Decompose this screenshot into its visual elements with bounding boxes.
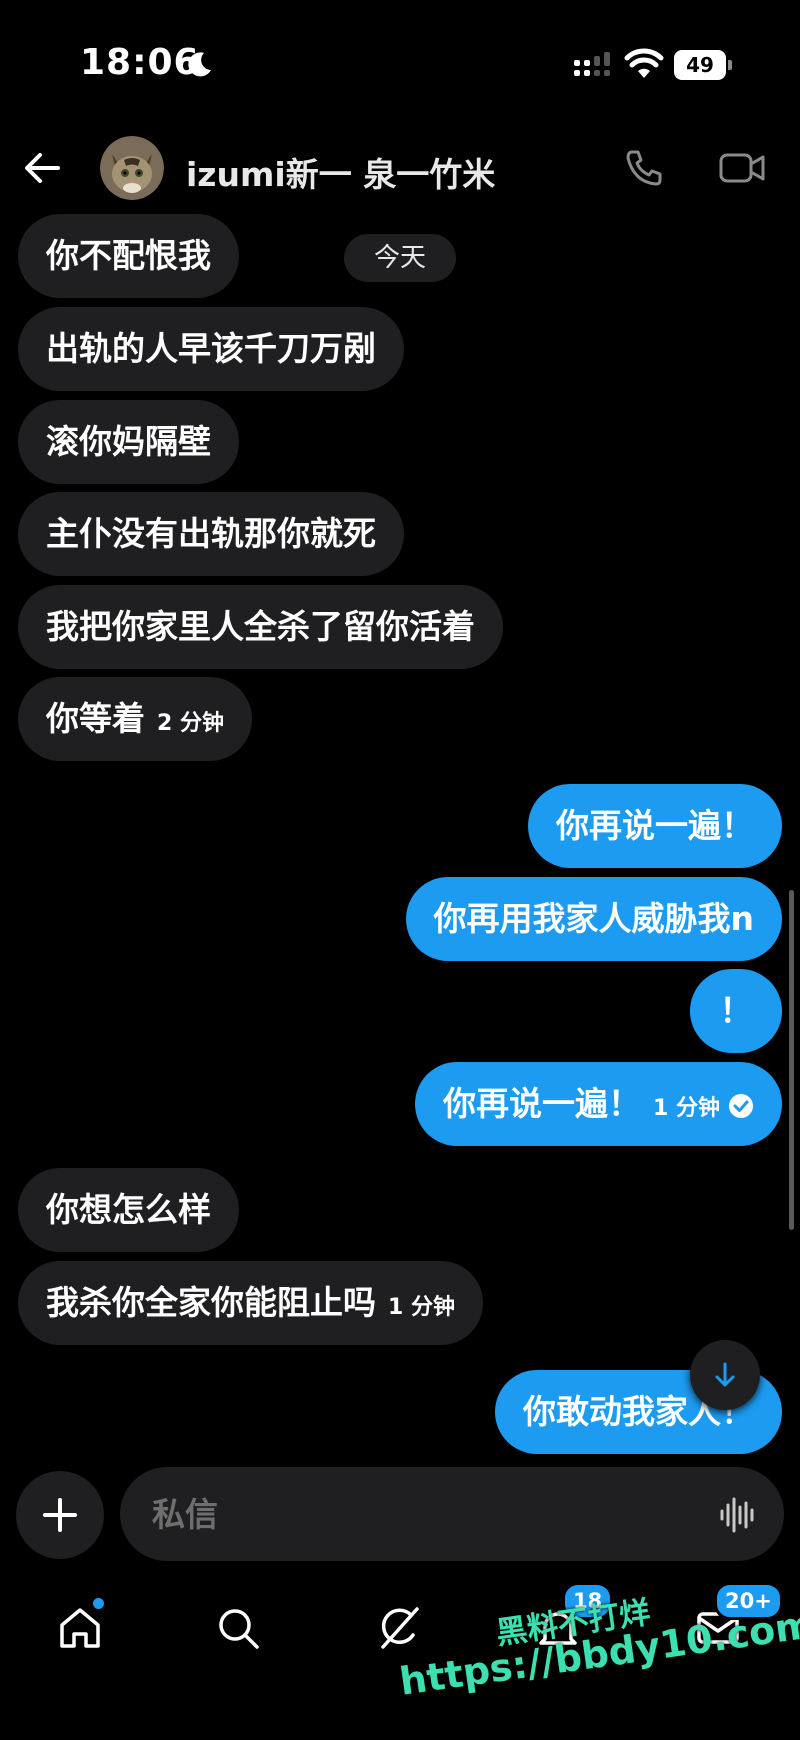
message-bubble-incoming[interactable]: 滚你妈隔壁 — [18, 400, 239, 484]
composer — [0, 1465, 800, 1561]
read-check-icon — [729, 1094, 753, 1118]
battery-indicator: 49 — [674, 50, 732, 80]
grok-icon — [381, 1607, 419, 1649]
message-text: 你再用我家人威胁我n — [433, 899, 755, 938]
conversation-header: izumi新一 泉一竹米 — [0, 130, 800, 210]
message-text: 你等着 — [46, 699, 145, 738]
video-camera-icon[interactable] — [718, 146, 768, 190]
unread-dot — [93, 1598, 104, 1609]
message-bubble-incoming[interactable]: 你等着 2 分钟 — [18, 677, 252, 761]
message-bubble-incoming[interactable]: 我把你家里人全杀了留你活着 — [18, 585, 503, 669]
voice-waveform-icon[interactable] — [718, 1495, 758, 1535]
message-text: 出轨的人早该千刀万剐 — [46, 329, 376, 368]
moon-icon — [188, 52, 211, 77]
message-text: 滚你妈隔壁 — [46, 422, 211, 461]
message-bubble-incoming[interactable]: 主仆没有出轨那你就死 — [18, 492, 404, 576]
message-bubble-outgoing[interactable]: 你再说一遍！ — [528, 784, 782, 868]
message-bubble-outgoing[interactable]: 你再用我家人威胁我n — [405, 877, 782, 961]
search-icon — [219, 1609, 259, 1649]
date-chip: 今天 — [344, 234, 456, 282]
arrow-down-icon — [715, 1362, 735, 1387]
message-list: 你不配恨我 今天 出轨的人早该千刀万剐 滚你妈隔壁 主仆没有出轨那你就死 我把你… — [0, 210, 800, 1454]
message-text: 我把你家里人全杀了留你活着 — [46, 607, 475, 646]
message-bubble-incoming[interactable]: 你想怎么样 — [18, 1168, 239, 1252]
message-text: 你想怎么样 — [46, 1190, 211, 1229]
message-timestamp: 1 分钟 — [653, 1096, 720, 1121]
scrollbar[interactable] — [789, 890, 794, 1230]
nav-home[interactable] — [52, 1598, 108, 1656]
plus-icon — [43, 1498, 77, 1532]
signal-icon — [574, 52, 610, 76]
message-timestamp: 1 分钟 — [388, 1295, 455, 1320]
nav-search[interactable] — [210, 1600, 266, 1656]
message-input[interactable] — [120, 1467, 784, 1561]
message-bubble-outgoing[interactable]: 你再说一遍！ 1 分钟 — [415, 1062, 782, 1146]
message-bubble-incoming[interactable]: 你不配恨我 — [18, 214, 239, 298]
message-text: ！ — [719, 991, 753, 1030]
status-time: 18:06 — [80, 42, 200, 83]
message-bubble-incoming[interactable]: 出轨的人早该千刀万剐 — [18, 307, 404, 391]
back-arrow-icon[interactable] — [20, 146, 64, 190]
message-bubble-incoming[interactable]: 我杀你全家你能阻止吗 1 分钟 — [18, 1261, 483, 1345]
contact-name[interactable]: izumi新一 泉一竹米 — [186, 148, 495, 196]
scroll-to-bottom-button[interactable] — [690, 1340, 760, 1410]
wifi-icon — [624, 48, 664, 78]
home-icon — [60, 1608, 100, 1648]
avatar[interactable] — [100, 136, 164, 200]
message-bubble-outgoing[interactable]: ！ — [690, 969, 782, 1053]
nav-grok[interactable] — [370, 1600, 426, 1656]
message-text: 你再说一遍！ — [443, 1084, 642, 1123]
phone-icon[interactable] — [622, 146, 666, 190]
message-text: 你不配恨我 — [46, 236, 211, 275]
add-attachment-button[interactable] — [16, 1471, 104, 1559]
message-text: 你再说一遍！ — [556, 806, 754, 845]
message-text: 我杀你全家你能阻止吗 — [46, 1283, 376, 1322]
message-text: 主仆没有出轨那你就死 — [46, 514, 376, 553]
status-bar: 18:06 49 — [0, 0, 800, 130]
message-timestamp: 2 分钟 — [157, 711, 224, 736]
